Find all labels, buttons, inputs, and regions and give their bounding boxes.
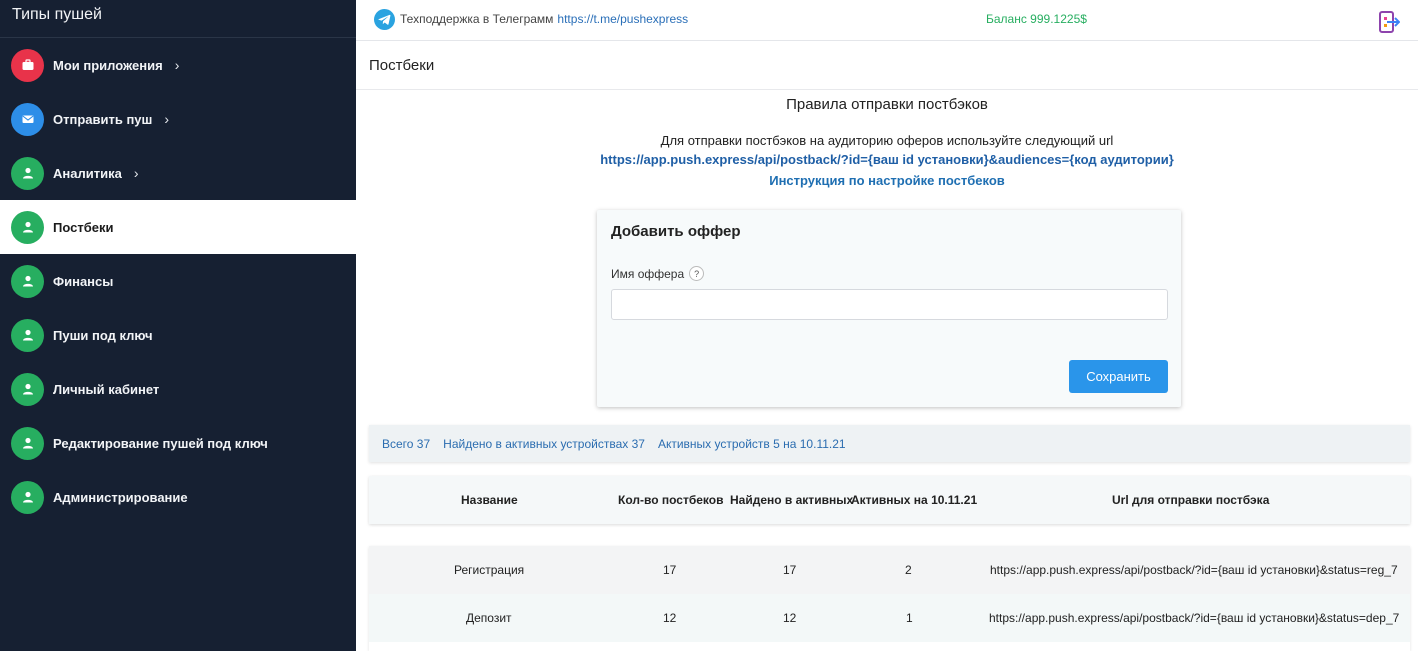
chevron-right-icon: › — [133, 165, 139, 181]
balance: Баланс 999.1225$ — [986, 12, 1087, 26]
user-icon — [11, 210, 44, 244]
cell-found: 17 — [783, 563, 797, 577]
save-button[interactable]: Сохранить — [1069, 360, 1168, 393]
cell-active: 2 — [905, 563, 912, 577]
rules-description: Для отправки постбэков на аудиторию офер… — [660, 133, 1114, 148]
sidebar-item-account[interactable]: Личный кабинет — [0, 362, 356, 416]
chevron-right-icon: › — [164, 111, 170, 127]
sidebar-item-turnkey-push[interactable]: Пуши под ключ — [0, 308, 356, 362]
column-header-url[interactable]: Url для отправки постбэка — [1112, 493, 1269, 507]
cell-name: Регистрация — [454, 563, 525, 577]
sidebar-item-my-apps[interactable]: Мои приложения › — [0, 38, 356, 92]
stats-active-devices: Активных устройств 5 на 10.11.21 — [657, 436, 846, 451]
user-icon — [11, 426, 44, 460]
table-row[interactable]: Депозит 12 12 1 https://app.push.express… — [369, 594, 1410, 642]
support-label: Техподдержка в Телеграмм — [400, 12, 554, 26]
cell-found: 12 — [783, 611, 797, 625]
cell-name: Депозит — [466, 611, 512, 625]
sidebar-item-finance[interactable]: Финансы — [0, 254, 356, 308]
telegram-icon — [374, 9, 395, 30]
sidebar-item-label: Пуши под ключ — [53, 327, 153, 343]
user-icon — [11, 480, 44, 514]
top-bar: Техподдержка в Телеграмм https://t.me/pus… — [356, 0, 1418, 41]
stats-total: Всего 37 — [382, 436, 431, 451]
support-info: Техподдержка в Телеграмм https://t.me/pus… — [400, 12, 688, 26]
offer-name-input[interactable] — [611, 289, 1168, 320]
sidebar-item-postbacks[interactable]: Постбеки — [0, 200, 356, 254]
sidebar-item-admin[interactable]: Администрирование — [0, 470, 356, 524]
cell-active: 1 — [906, 611, 913, 625]
stats-bar: Всего 37 Найдено в активных устройствах … — [369, 425, 1410, 462]
sidebar-item-label: Отправить пуш — [53, 111, 153, 127]
rules-postback-url: https://app.push.express/api/postback/?i… — [600, 152, 1174, 167]
help-icon[interactable]: ? — [689, 266, 705, 281]
main-content: Правила отправки постбэков Для отправки … — [356, 90, 1418, 651]
rules-title: Правила отправки постбэков — [786, 96, 988, 113]
sidebar-item-analytics[interactable]: Аналитика › — [0, 146, 356, 200]
sidebar-item-label: Финансы — [53, 273, 114, 289]
offer-name-label-row: Имя оффера ? — [611, 266, 705, 281]
sidebar: Типы пушей Мои приложения › Отправить пу… — [0, 0, 356, 651]
user-icon — [11, 264, 44, 298]
sidebar-item-label: Мои приложения — [53, 57, 163, 73]
sidebar-title: Типы пушей — [0, 0, 356, 38]
add-offer-title: Добавить оффер — [611, 223, 741, 240]
user-icon — [11, 318, 44, 352]
column-header-active[interactable]: Активных на 10.11.21 — [851, 493, 977, 507]
column-header-name[interactable]: Название — [461, 493, 518, 507]
sidebar-item-label: Аналитика — [53, 165, 122, 181]
sidebar-item-send-push[interactable]: Отправить пуш › — [0, 92, 356, 146]
add-offer-card: Добавить оффер Имя оффера ? Сохранить — [597, 210, 1181, 407]
user-icon — [11, 156, 44, 190]
table-header: Название Кол-во постбеков Найдено в акти… — [369, 476, 1410, 524]
column-header-count[interactable]: Кол-во постбеков — [618, 493, 723, 507]
chevron-right-icon: › — [174, 57, 180, 73]
page-title: Постбеки — [356, 41, 1418, 90]
user-icon — [11, 372, 44, 406]
sidebar-item-label: Редактирование пушей под ключ — [53, 435, 268, 451]
sidebar-item-edit-turnkey[interactable]: Редактирование пушей под ключ — [0, 416, 356, 470]
briefcase-icon — [11, 48, 44, 82]
sidebar-item-label: Постбеки — [53, 219, 114, 235]
table-row[interactable]: Регистрация 17 17 2 https://app.push.exp… — [369, 546, 1410, 594]
cell-count: 12 — [663, 611, 677, 625]
cell-count: 17 — [663, 563, 677, 577]
sidebar-item-label: Личный кабинет — [53, 381, 160, 397]
envelope-icon — [11, 102, 44, 136]
stats-found-active: Найдено в активных устройствах 37 — [443, 436, 645, 451]
column-header-found[interactable]: Найдено в активных — [730, 493, 853, 507]
table-body: Регистрация 17 17 2 https://app.push.exp… — [369, 546, 1410, 651]
sidebar-nav: Мои приложения › Отправить пуш › Аналити… — [0, 38, 356, 524]
cell-url: https://app.push.express/api/postback/?i… — [989, 611, 1400, 625]
support-telegram-link[interactable]: https://t.me/pushexpress — [557, 12, 688, 26]
postback-instruction-link[interactable]: Инструкция по настройке постбеков — [356, 173, 1418, 188]
logout-icon[interactable] — [1378, 10, 1400, 34]
sidebar-item-label: Администрирование — [53, 489, 188, 505]
offer-name-label: Имя оффера — [611, 266, 685, 281]
cell-url: https://app.push.express/api/postback/?i… — [990, 563, 1398, 577]
